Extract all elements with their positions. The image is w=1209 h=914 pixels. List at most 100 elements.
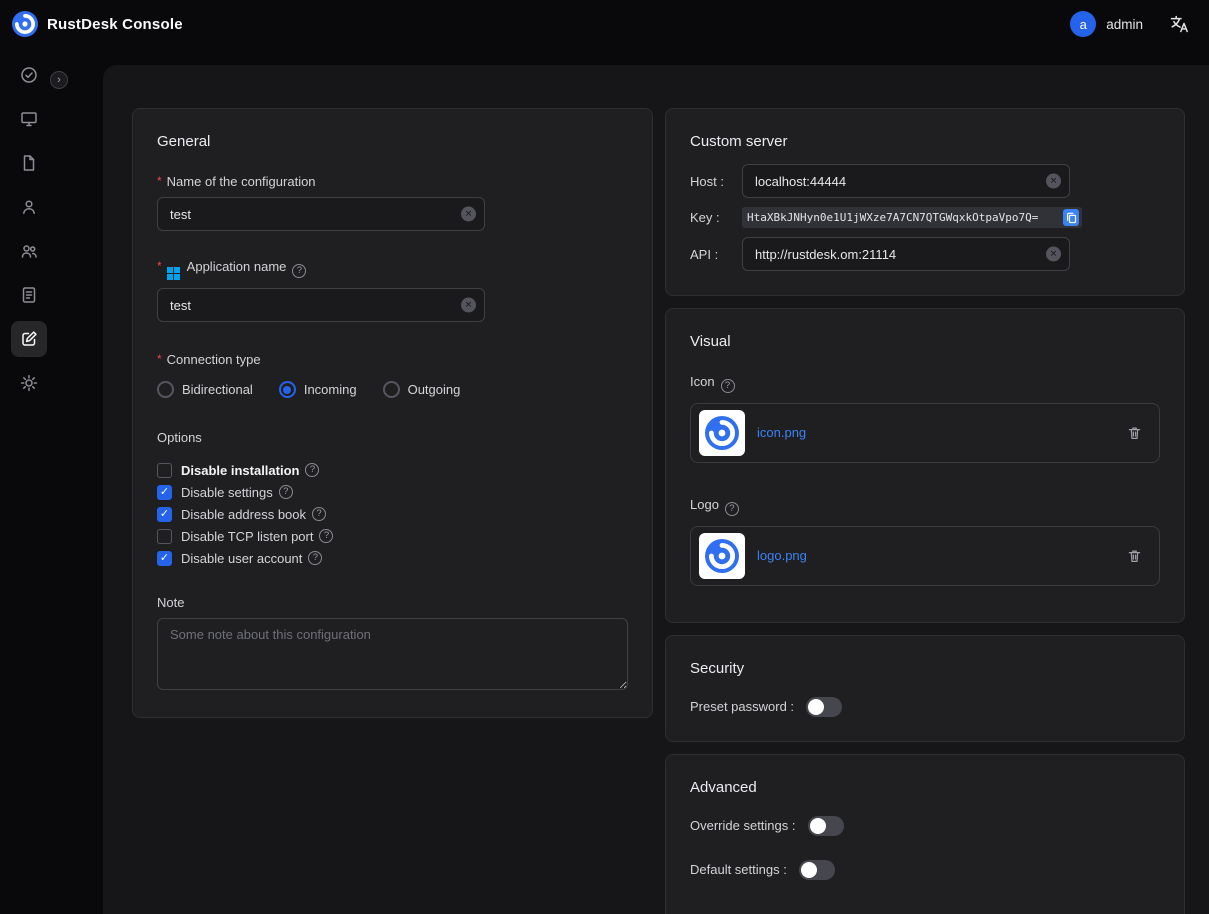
delete-logo-trash-icon[interactable]	[1126, 547, 1143, 565]
custom-server-card: Custom server Host : ✕ Key : HtaXBkJNHy	[665, 108, 1185, 296]
help-icon[interactable]: ?	[725, 502, 739, 516]
checkbox-checked[interactable]: ✓	[157, 551, 172, 566]
note-label: Note	[157, 595, 628, 610]
sidebar-item-settings[interactable]	[11, 365, 47, 401]
checkbox-disable-address-book[interactable]: ✓ Disable address book ?	[157, 503, 628, 525]
checkbox[interactable]	[157, 529, 172, 544]
icon-file-link[interactable]: icon.png	[757, 425, 806, 440]
override-settings-row: Override settings :	[690, 816, 1160, 836]
host-row: Host : ✕	[690, 164, 1160, 198]
connection-type-label: Connection type	[157, 352, 628, 367]
api-field-wrap: ✕	[742, 237, 1070, 271]
help-icon[interactable]: ?	[308, 551, 322, 565]
logo-file-link[interactable]: logo.png	[757, 548, 807, 563]
checkbox-disable-settings[interactable]: ✓ Disable settings ?	[157, 481, 628, 503]
left-column: General Name of the configuration ✕ Appl…	[132, 108, 653, 718]
help-icon[interactable]: ?	[305, 463, 319, 477]
username[interactable]: admin	[1106, 17, 1143, 32]
rustdesk-logo-icon	[705, 416, 739, 450]
icon-label: Icon?	[690, 374, 1160, 393]
name-input[interactable]	[157, 197, 485, 231]
preset-password-label: Preset password :	[690, 699, 794, 714]
radio-outgoing[interactable]: Outgoing	[383, 381, 461, 398]
copy-icon[interactable]	[1063, 209, 1079, 226]
icon-file-box: icon.png	[690, 403, 1160, 463]
checkbox-checked[interactable]: ✓	[157, 485, 172, 500]
options-checkboxes: Disable installation ? ✓ Disable setting…	[157, 459, 628, 569]
brand: RustDesk Console	[12, 11, 183, 37]
api-row: API : ✕	[690, 237, 1160, 271]
logo-file-box: logo.png	[690, 526, 1160, 586]
windows-logo-icon	[167, 267, 180, 280]
main: General Name of the configuration ✕ Appl…	[58, 48, 1209, 914]
delete-icon-trash-icon[interactable]	[1126, 424, 1143, 442]
app-title: RustDesk Console	[47, 16, 183, 33]
required-mark	[157, 259, 167, 274]
key-row: Key : HtaXBkJNHyn0e1U1jWXze7A7CN7QTGWqxk…	[690, 207, 1160, 228]
radio-circle-checked[interactable]	[279, 381, 296, 398]
clear-application-icon[interactable]: ✕	[461, 298, 476, 313]
help-icon[interactable]: ?	[721, 379, 735, 393]
circle-check-icon	[19, 65, 39, 85]
monitor-icon	[19, 109, 39, 129]
sidebar-item-address-books[interactable]	[11, 277, 47, 313]
default-settings-label: Default settings :	[690, 862, 787, 877]
body: › General Name of the configuration ✕ Ap…	[0, 48, 1209, 914]
checkbox-disable-user-account[interactable]: ✓ Disable user account ?	[157, 547, 628, 569]
custom-server-title: Custom server	[690, 133, 1160, 150]
name-field-label: Name of the configuration	[157, 174, 628, 189]
sidebar-item-dashboard[interactable]	[11, 57, 47, 93]
api-label: API :	[690, 247, 742, 262]
sidebar-item-groups[interactable]	[11, 233, 47, 269]
radio-circle[interactable]	[157, 381, 174, 398]
avatar[interactable]: a	[1070, 11, 1096, 37]
sidebar-item-devices[interactable]	[11, 101, 47, 137]
checkbox-disable-installation[interactable]: Disable installation ?	[157, 459, 628, 481]
override-settings-label: Override settings :	[690, 818, 796, 833]
advanced-title: Advanced	[690, 779, 1160, 796]
rustdesk-logo-icon	[705, 539, 739, 573]
default-settings-row: Default settings :	[690, 860, 1160, 880]
override-settings-toggle[interactable]	[808, 816, 844, 836]
radio-incoming[interactable]: Incoming	[279, 381, 357, 398]
key-field: HtaXBkJNHyn0e1U1jWXze7A7CN7QTGWqxkOtpaVp…	[742, 207, 1082, 228]
host-input[interactable]	[742, 164, 1070, 198]
visual-title: Visual	[690, 333, 1160, 350]
application-input[interactable]	[157, 288, 485, 322]
help-icon[interactable]: ?	[292, 264, 306, 278]
icon-thumbnail	[699, 410, 745, 456]
host-field-wrap: ✕	[742, 164, 1070, 198]
user-icon	[19, 197, 39, 217]
api-input[interactable]	[742, 237, 1070, 271]
general-title: General	[157, 133, 628, 150]
general-card: General Name of the configuration ✕ Appl…	[132, 108, 653, 718]
sidebar-item-audit[interactable]	[11, 145, 47, 181]
application-field-label: Application name?	[157, 259, 628, 280]
checkbox-checked[interactable]: ✓	[157, 507, 172, 522]
sidebar-item-users[interactable]	[11, 189, 47, 225]
help-icon[interactable]: ?	[312, 507, 326, 521]
note-textarea[interactable]	[157, 618, 628, 690]
clear-api-icon[interactable]: ✕	[1046, 247, 1061, 262]
clear-name-icon[interactable]: ✕	[461, 207, 476, 222]
preset-password-toggle[interactable]	[806, 697, 842, 717]
rustdesk-console-app: RustDesk Console a admin	[0, 0, 1209, 914]
radio-circle[interactable]	[383, 381, 400, 398]
sidebar	[0, 48, 58, 914]
help-icon[interactable]: ?	[319, 529, 333, 543]
options-label: Options	[157, 430, 628, 445]
gear-icon	[19, 373, 39, 393]
advanced-card: Advanced Override settings : Default set…	[665, 754, 1185, 914]
checkbox[interactable]	[157, 463, 172, 478]
name-field-wrap: ✕	[157, 197, 485, 231]
sidebar-expand-button[interactable]: ›	[50, 71, 68, 89]
clear-host-icon[interactable]: ✕	[1046, 174, 1061, 189]
sidebar-item-custom-clients[interactable]	[11, 321, 47, 357]
radio-bidirectional[interactable]: Bidirectional	[157, 381, 253, 398]
checkbox-disable-tcp-listen-port[interactable]: Disable TCP listen port ?	[157, 525, 628, 547]
translate-icon[interactable]	[1169, 14, 1189, 34]
rustdesk-logo-icon	[12, 11, 38, 37]
help-icon[interactable]: ?	[279, 485, 293, 499]
topbar: RustDesk Console a admin	[0, 0, 1209, 48]
default-settings-toggle[interactable]	[799, 860, 835, 880]
